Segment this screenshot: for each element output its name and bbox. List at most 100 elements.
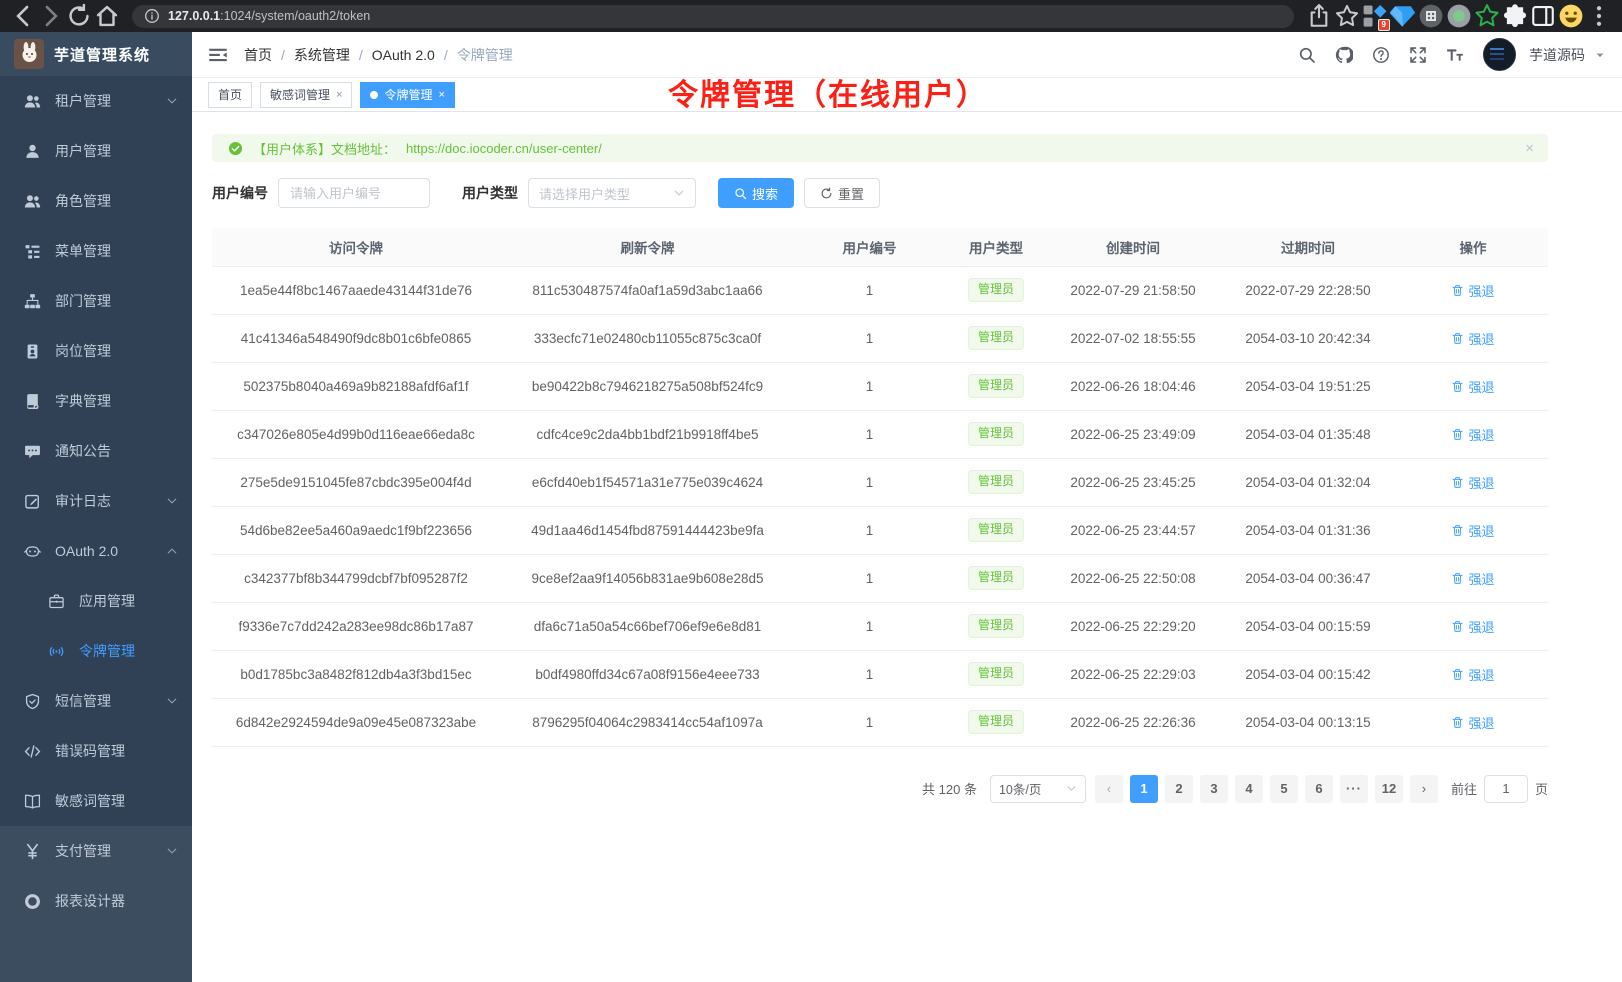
force-logout-button[interactable]: 强退	[1451, 377, 1494, 396]
bookmark-star-icon[interactable]	[1334, 3, 1360, 29]
chevron-up-icon	[166, 545, 178, 557]
home-icon[interactable]	[94, 3, 120, 29]
force-logout-button[interactable]: 强退	[1451, 473, 1494, 492]
page-button-5[interactable]: 5	[1270, 775, 1298, 803]
breadcrumb-item[interactable]: OAuth 2.0	[372, 47, 435, 63]
extension-record-icon[interactable]	[1446, 3, 1472, 29]
app-title: 芋道管理系统	[54, 44, 150, 65]
sidebar-item-dept[interactable]: 部门管理	[0, 276, 192, 326]
page-size-select[interactable]: 10条/页	[990, 775, 1086, 803]
user-name[interactable]: 芋道源码	[1529, 45, 1585, 65]
share-icon[interactable]	[1306, 3, 1332, 29]
breadcrumb-item[interactable]: 首页	[244, 45, 272, 65]
actions-cell: 强退	[1398, 458, 1548, 506]
sidebar-item-sensitive-word[interactable]: 敏感词管理	[0, 776, 192, 826]
reset-button[interactable]: 重置	[804, 178, 880, 208]
force-logout-label: 强退	[1468, 377, 1494, 396]
prev-page-button[interactable]: ‹	[1095, 775, 1123, 803]
chevron-down-icon	[166, 95, 178, 107]
extension-gem-icon[interactable]	[1390, 3, 1416, 29]
force-logout-button[interactable]: 强退	[1451, 521, 1494, 540]
user-type-badge: 管理员	[968, 470, 1024, 494]
force-logout-label: 强退	[1468, 281, 1494, 300]
page-button-1[interactable]: 1	[1130, 775, 1158, 803]
sidebar-item-menu[interactable]: 菜单管理	[0, 226, 192, 276]
sidebar-collapse-icon[interactable]	[208, 45, 228, 65]
next-page-button[interactable]: ›	[1410, 775, 1438, 803]
force-logout-button[interactable]: 强退	[1451, 665, 1494, 684]
forward-icon[interactable]	[38, 3, 64, 29]
sidebar-item-label: 令牌管理	[79, 641, 135, 661]
sidebar-item-pay[interactable]: 支付管理	[0, 826, 192, 876]
force-logout-button[interactable]: 强退	[1451, 329, 1494, 348]
profile-emoji-icon[interactable]	[1558, 3, 1584, 29]
sidebar-item-oauth2-token[interactable]: 令牌管理	[0, 626, 192, 676]
extension-command-icon[interactable]	[1418, 3, 1444, 29]
site-info-icon[interactable]	[144, 8, 160, 24]
more-pages-button[interactable]: ···	[1340, 775, 1368, 803]
sidebar-item-notice[interactable]: 通知公告	[0, 426, 192, 476]
chevron-down-icon	[673, 187, 685, 199]
user-id-cell: 1	[795, 266, 944, 314]
extensions-puzzle-icon[interactable]	[1502, 3, 1528, 29]
sidebar-item-sms[interactable]: 短信管理	[0, 676, 192, 726]
url-bar[interactable]: 127.0.0.1:1024/system/oauth2/token	[132, 5, 1294, 28]
sidebar-item-role[interactable]: 角色管理	[0, 176, 192, 226]
app-logo-bar[interactable]: 芋道管理系统	[0, 32, 192, 76]
tab-close-icon[interactable]: ×	[438, 89, 444, 101]
alert-close-icon[interactable]: ×	[1525, 140, 1534, 157]
alert-doc-link[interactable]: https://doc.iocoder.cn/user-center/	[406, 141, 602, 156]
extension-grid-icon[interactable]: 9	[1362, 3, 1388, 29]
sidebar-item-error-code[interactable]: 错误码管理	[0, 726, 192, 776]
sidebar-item-dict[interactable]: 字典管理	[0, 376, 192, 426]
sidebar-item-report-designer[interactable]: 报表设计器	[0, 876, 192, 926]
breadcrumb: 首页/系统管理/OAuth 2.0/令牌管理	[244, 45, 513, 65]
search-icon[interactable]	[1298, 46, 1316, 64]
actions-cell: 强退	[1398, 506, 1548, 554]
force-logout-button[interactable]: 强退	[1451, 281, 1494, 300]
force-logout-button[interactable]: 强退	[1451, 425, 1494, 444]
chevron-down-icon[interactable]	[1594, 49, 1606, 61]
page-button-12[interactable]: 12	[1375, 775, 1403, 803]
user-type-cell: 管理员	[944, 698, 1048, 746]
tab-令牌管理[interactable]: 令牌管理×	[360, 82, 454, 108]
force-logout-button[interactable]: 强退	[1451, 713, 1494, 732]
sidebar-item-oauth2-app[interactable]: 应用管理	[0, 576, 192, 626]
tab-首页[interactable]: 首页	[208, 82, 252, 108]
breadcrumb-item[interactable]: 系统管理	[294, 45, 350, 65]
back-icon[interactable]	[10, 3, 36, 29]
page-button-6[interactable]: 6	[1305, 775, 1333, 803]
page-button-4[interactable]: 4	[1235, 775, 1263, 803]
search-button[interactable]: 搜索	[718, 178, 794, 208]
help-icon[interactable]	[1372, 46, 1390, 64]
sidebar-item-tenant[interactable]: 租户管理	[0, 76, 192, 126]
goto-page-input[interactable]	[1484, 775, 1528, 803]
avatar[interactable]	[1483, 38, 1516, 71]
page-button-2[interactable]: 2	[1165, 775, 1193, 803]
font-size-icon[interactable]	[1446, 46, 1464, 64]
page-button-3[interactable]: 3	[1200, 775, 1228, 803]
tab-label: 敏感词管理	[270, 86, 330, 103]
sidebar-item-oauth2[interactable]: OAuth 2.0	[0, 526, 192, 576]
sidebar-item-user[interactable]: 用户管理	[0, 126, 192, 176]
created-time-cell: 2022-07-02 18:55:55	[1048, 314, 1218, 362]
sidebar-item-audit-log[interactable]: 审计日志	[0, 476, 192, 526]
table-row: 1ea5e44f8bc1467aaede43144f31de76811c5304…	[212, 266, 1548, 314]
user-type-select[interactable]: 请选择用户类型	[528, 178, 696, 208]
access-token-cell: 1ea5e44f8bc1467aaede43144f31de76	[212, 266, 500, 314]
reload-icon[interactable]	[66, 3, 92, 29]
user-id-input[interactable]	[278, 178, 430, 208]
browser-menu-icon[interactable]	[1586, 3, 1612, 29]
extension-green-star-icon[interactable]	[1474, 3, 1500, 29]
force-logout-label: 强退	[1468, 425, 1494, 444]
tab-close-icon[interactable]: ×	[336, 89, 342, 101]
side-panel-icon[interactable]	[1530, 3, 1556, 29]
github-icon[interactable]	[1335, 46, 1353, 64]
force-logout-button[interactable]: 强退	[1451, 569, 1494, 588]
breadcrumb-item[interactable]: 令牌管理	[457, 45, 513, 65]
fullscreen-icon[interactable]	[1409, 46, 1427, 64]
force-logout-button[interactable]: 强退	[1451, 617, 1494, 636]
sidebar-item-label: 报表设计器	[55, 891, 125, 911]
tab-敏感词管理[interactable]: 敏感词管理 ×	[260, 82, 352, 108]
sidebar-item-post[interactable]: 岗位管理	[0, 326, 192, 376]
